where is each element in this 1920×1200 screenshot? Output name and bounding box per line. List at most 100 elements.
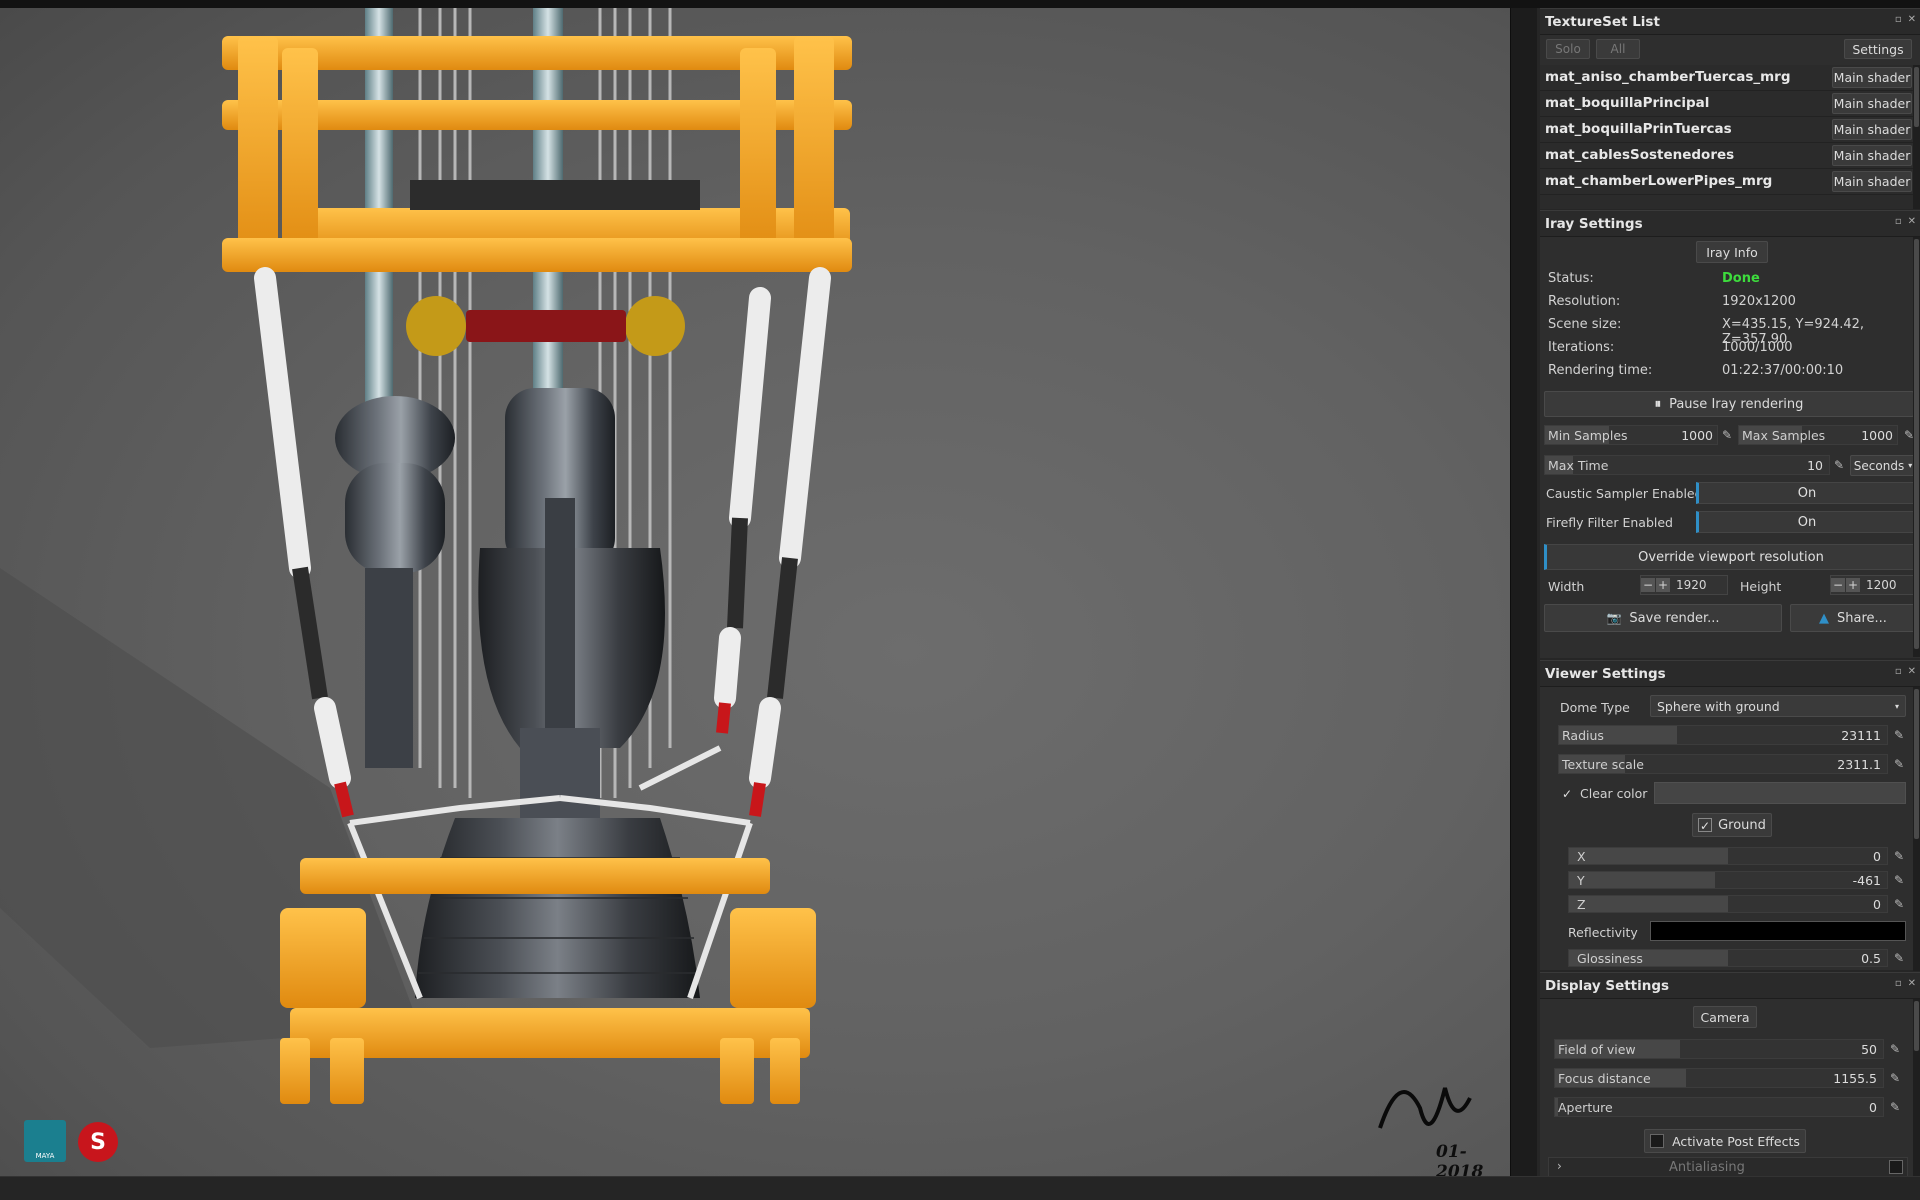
decrement-icon[interactable]: − — [1831, 578, 1845, 592]
material-row[interactable]: mat_boquillaPrinTuercas Main shader — [1540, 117, 1920, 143]
glossiness-slider[interactable]: Glossiness 0.5 — [1568, 949, 1888, 967]
material-name: mat_aniso_chamberTuercas_mrg — [1545, 69, 1791, 85]
panel-divider[interactable] — [1510, 8, 1537, 1176]
shader-button[interactable]: Main shader — [1832, 171, 1912, 192]
pen-icon[interactable]: ✎ — [1890, 949, 1908, 967]
material-row[interactable]: mat_chamberLowerPipes_mrg Main shader — [1540, 169, 1920, 195]
texture-scale-value: 2311.1 — [1837, 757, 1881, 772]
material-name: mat_chamberLowerPipes_mrg — [1545, 173, 1773, 189]
all-button[interactable]: All — [1596, 39, 1640, 59]
post-effects-toggle[interactable]: Activate Post Effects — [1644, 1129, 1806, 1153]
float-icon[interactable]: ▫ — [1895, 978, 1902, 989]
iray-info-button[interactable]: Iray Info — [1696, 241, 1768, 263]
close-icon[interactable]: ✕ — [1908, 666, 1916, 677]
shader-button[interactable]: Main shader — [1832, 93, 1912, 114]
pen-icon[interactable]: ✎ — [1890, 726, 1908, 744]
dome-type-dropdown[interactable]: Sphere with ground ▾ — [1650, 695, 1906, 717]
reflectivity-label: Reflectivity — [1568, 925, 1638, 940]
max-samples-slider[interactable]: Max Samples 1000 — [1738, 425, 1898, 445]
float-icon[interactable]: ▫ — [1895, 666, 1902, 677]
solo-button[interactable]: Solo — [1546, 39, 1590, 59]
pen-icon[interactable]: ✎ — [1886, 1040, 1904, 1058]
clear-color-swatch[interactable] — [1654, 782, 1906, 804]
aperture-slider[interactable]: Aperture 0 — [1554, 1097, 1884, 1117]
pen-icon[interactable]: ✎ — [1886, 1069, 1904, 1087]
pen-icon[interactable]: ✎ — [1830, 456, 1848, 474]
check-icon[interactable]: ✓ — [1560, 787, 1574, 801]
display-settings-title: Display Settings — [1545, 977, 1670, 994]
maya-logo-text: MAYA — [35, 1152, 55, 1160]
caustic-sampler-label: Caustic Sampler Enabled — [1546, 486, 1703, 501]
dropdown-arrow-icon: ▾ — [1908, 461, 1913, 470]
height-stepper[interactable]: − + 1200 — [1830, 575, 1916, 595]
aperture-label: Aperture — [1558, 1100, 1613, 1115]
min-samples-value: 1000 — [1681, 428, 1713, 443]
viewer-scrollbar[interactable] — [1913, 687, 1920, 971]
display-scrollbar[interactable] — [1913, 999, 1920, 1176]
iray-scrollbar[interactable] — [1913, 237, 1920, 657]
max-time-slider[interactable]: Max Time 10 — [1544, 455, 1830, 475]
ground-x-slider[interactable]: X 0 — [1568, 847, 1888, 865]
material-row[interactable]: mat_boquillaPrincipal Main shader — [1540, 91, 1920, 117]
share-button[interactable]: ▲ Share... — [1790, 604, 1916, 632]
close-icon[interactable]: ✕ — [1908, 978, 1916, 989]
ground-toggle[interactable]: ✓ Ground — [1692, 813, 1772, 837]
reflectivity-swatch[interactable] — [1650, 921, 1906, 941]
glossiness-label: Glossiness — [1577, 951, 1643, 966]
camera-button[interactable]: Camera — [1693, 1006, 1757, 1028]
material-row[interactable]: mat_cablesSostenedores Main shader — [1540, 143, 1920, 169]
texture-scale-slider[interactable]: Texture scale 2311.1 — [1558, 754, 1888, 774]
pen-icon[interactable]: ✎ — [1886, 1098, 1904, 1116]
pen-icon[interactable]: ✎ — [1890, 847, 1908, 865]
resolution-label: Resolution: — [1548, 294, 1621, 309]
pen-icon[interactable]: ✎ — [1718, 426, 1736, 444]
width-value: 1920 — [1676, 578, 1707, 592]
shader-button[interactable]: Main shader — [1832, 119, 1912, 140]
float-icon[interactable]: ▫ — [1895, 14, 1902, 25]
checkbox-icon[interactable] — [1889, 1160, 1903, 1174]
iray-settings-header: Iray Settings ▫ ✕ — [1540, 211, 1920, 237]
viewer-settings-title: Viewer Settings — [1545, 665, 1666, 682]
shader-button[interactable]: Main shader — [1832, 145, 1912, 166]
time-unit-value: Seconds — [1853, 458, 1905, 473]
pen-icon[interactable]: ✎ — [1890, 895, 1908, 913]
pen-icon[interactable]: ✎ — [1890, 871, 1908, 889]
ground-z-slider[interactable]: Z 0 — [1568, 895, 1888, 913]
focus-distance-value: 1155.5 — [1833, 1071, 1877, 1086]
share-icon: ▲ — [1819, 610, 1830, 626]
pen-icon[interactable]: ✎ — [1890, 755, 1908, 773]
settings-button[interactable]: Settings — [1844, 39, 1912, 59]
caustic-sampler-toggle[interactable]: On — [1696, 482, 1916, 504]
material-name: mat_cablesSostenedores — [1545, 147, 1735, 163]
override-resolution-toggle[interactable]: Override viewport resolution — [1544, 544, 1916, 570]
save-render-button[interactable]: 📷 Save render... — [1544, 604, 1782, 632]
antialiasing-row[interactable]: › Antialiasing — [1548, 1157, 1908, 1176]
increment-icon[interactable]: + — [1846, 578, 1860, 592]
share-label: Share... — [1837, 610, 1887, 626]
increment-icon[interactable]: + — [1656, 578, 1670, 592]
float-icon[interactable]: ▫ — [1895, 216, 1902, 227]
close-icon[interactable]: ✕ — [1908, 14, 1916, 25]
ground-x-label: X — [1577, 849, 1586, 864]
field-of-view-slider[interactable]: Field of view 50 — [1554, 1039, 1884, 1059]
dropdown-arrow-icon: ▾ — [1894, 701, 1899, 711]
time-unit-dropdown[interactable]: Seconds ▾ — [1850, 455, 1916, 476]
radius-slider[interactable]: Radius 23111 — [1558, 725, 1888, 745]
render-viewport[interactable]: 01-2018 MAYA S — [0, 8, 1510, 1176]
focus-distance-slider[interactable]: Focus distance 1155.5 — [1554, 1068, 1884, 1088]
min-samples-slider[interactable]: Min Samples 1000 — [1544, 425, 1718, 445]
close-icon[interactable]: ✕ — [1908, 216, 1916, 227]
shader-button[interactable]: Main shader — [1832, 67, 1912, 88]
dome-type-value: Sphere with ground — [1657, 698, 1780, 714]
firefly-filter-toggle[interactable]: On — [1696, 511, 1916, 533]
pause-iray-button[interactable]: ⏸ Pause Iray rendering — [1544, 391, 1914, 417]
ground-y-slider[interactable]: Y -461 — [1568, 871, 1888, 889]
iterations-label: Iterations: — [1548, 340, 1615, 355]
textureset-scrollbar[interactable] — [1913, 65, 1920, 209]
decrement-icon[interactable]: − — [1641, 578, 1655, 592]
material-row-partial[interactable] — [1540, 195, 1920, 209]
material-row[interactable]: mat_aniso_chamberTuercas_mrg Main shader — [1540, 65, 1920, 91]
ground-y-label: Y — [1577, 873, 1585, 888]
settings-panel: TextureSet List ▫ ✕ Solo All Settings mat… — [1537, 8, 1920, 1176]
width-stepper[interactable]: − + 1920 — [1640, 575, 1728, 595]
